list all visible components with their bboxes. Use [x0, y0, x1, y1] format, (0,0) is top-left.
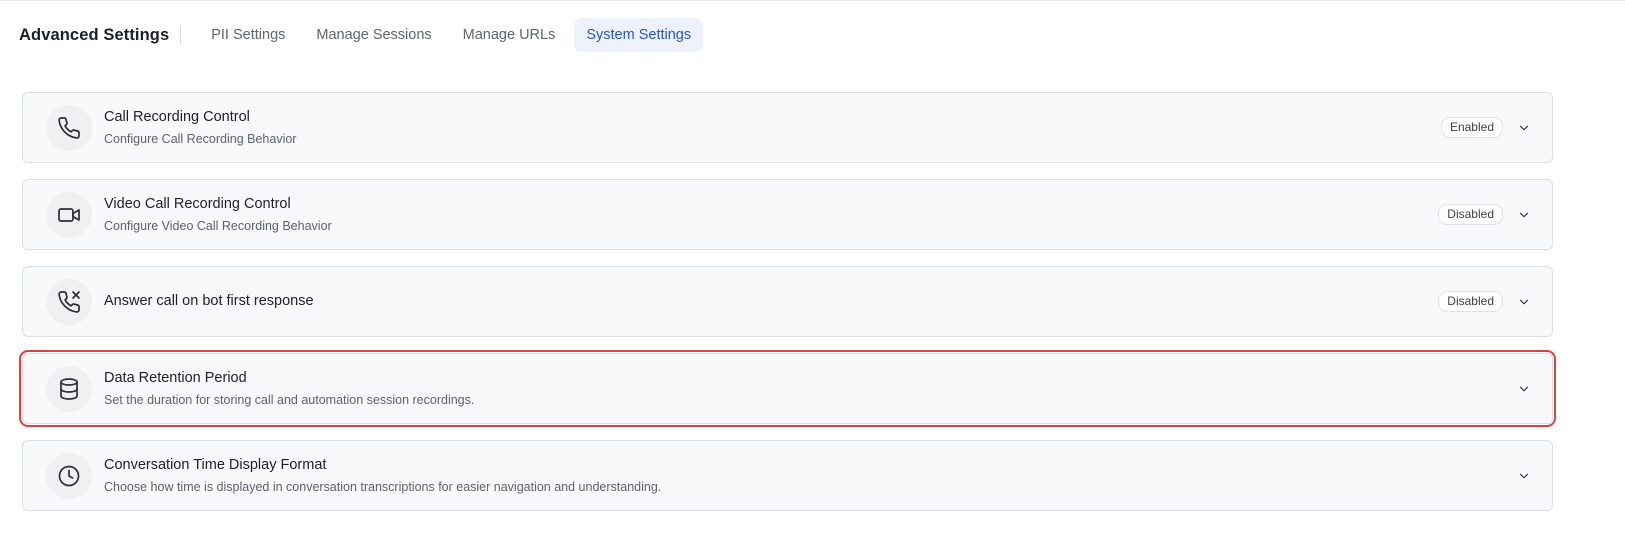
setting-title: Data Retention Period	[104, 370, 247, 386]
setting-text: Call Recording Control Configure Call Re…	[104, 93, 296, 162]
setting-controls: Disabled	[1438, 180, 1532, 249]
setting-text: Video Call Recording Control Configure V…	[104, 180, 332, 249]
setting-title: Call Recording Control	[104, 109, 250, 125]
setting-title: Video Call Recording Control	[104, 196, 291, 212]
status-badge: Enabled	[1440, 117, 1503, 138]
tab-bar: PII Settings Manage Sessions Manage URLs…	[199, 18, 710, 52]
setting-text: Conversation Time Display Format Choose …	[104, 441, 661, 510]
setting-description: Configure Video Call Recording Behavior	[104, 219, 332, 233]
setting-controls	[1516, 441, 1532, 510]
setting-text: Data Retention Period Set the duration f…	[104, 354, 474, 423]
setting-description: Configure Call Recording Behavior	[104, 132, 297, 146]
status-badge: Disabled	[1438, 291, 1503, 312]
database-icon	[46, 366, 92, 412]
setting-controls: Disabled	[1438, 267, 1532, 336]
top-border	[0, 0, 1625, 1]
settings-list: Call Recording Control Configure Call Re…	[19, 92, 1556, 527]
phone-icon	[46, 105, 92, 151]
setting-video-call-recording-control[interactable]: Video Call Recording Control Configure V…	[22, 179, 1553, 250]
setting-description: Choose how time is displayed in conversa…	[104, 480, 662, 494]
setting-controls: Enabled	[1440, 93, 1532, 162]
tab-manage-sessions[interactable]: Manage Sessions	[304, 18, 443, 52]
status-badge: Disabled	[1438, 204, 1503, 225]
chevron-down-icon[interactable]	[1516, 294, 1532, 310]
tab-system-settings[interactable]: System Settings	[574, 18, 704, 52]
setting-call-recording-control[interactable]: Call Recording Control Configure Call Re…	[22, 92, 1553, 163]
setting-description: Set the duration for storing call and au…	[104, 393, 475, 407]
chevron-down-icon[interactable]	[1516, 381, 1532, 397]
setting-title: Conversation Time Display Format	[104, 457, 327, 473]
setting-data-retention-period[interactable]: Data Retention Period Set the duration f…	[19, 350, 1556, 427]
page-title: Advanced Settings	[19, 25, 170, 44]
setting-answer-call-on-bot-first-response[interactable]: Answer call on bot first response Disabl…	[22, 266, 1553, 337]
chevron-down-icon[interactable]	[1516, 120, 1532, 136]
clock-icon	[46, 453, 92, 499]
setting-conversation-time-display-format[interactable]: Conversation Time Display Format Choose …	[22, 440, 1553, 511]
setting-controls	[1516, 354, 1532, 423]
chevron-down-icon[interactable]	[1516, 468, 1532, 484]
setting-text: Answer call on bot first response	[104, 267, 314, 336]
video-camera-icon	[46, 192, 92, 238]
page-header: Advanced Settings PII Settings Manage Se…	[19, 17, 710, 53]
tab-pii-settings[interactable]: PII Settings	[199, 18, 297, 52]
setting-title: Answer call on bot first response	[104, 293, 314, 309]
phone-missed-icon	[46, 279, 92, 325]
chevron-down-icon[interactable]	[1516, 207, 1532, 223]
tab-manage-urls[interactable]: Manage URLs	[451, 18, 568, 52]
title-divider	[180, 26, 182, 44]
